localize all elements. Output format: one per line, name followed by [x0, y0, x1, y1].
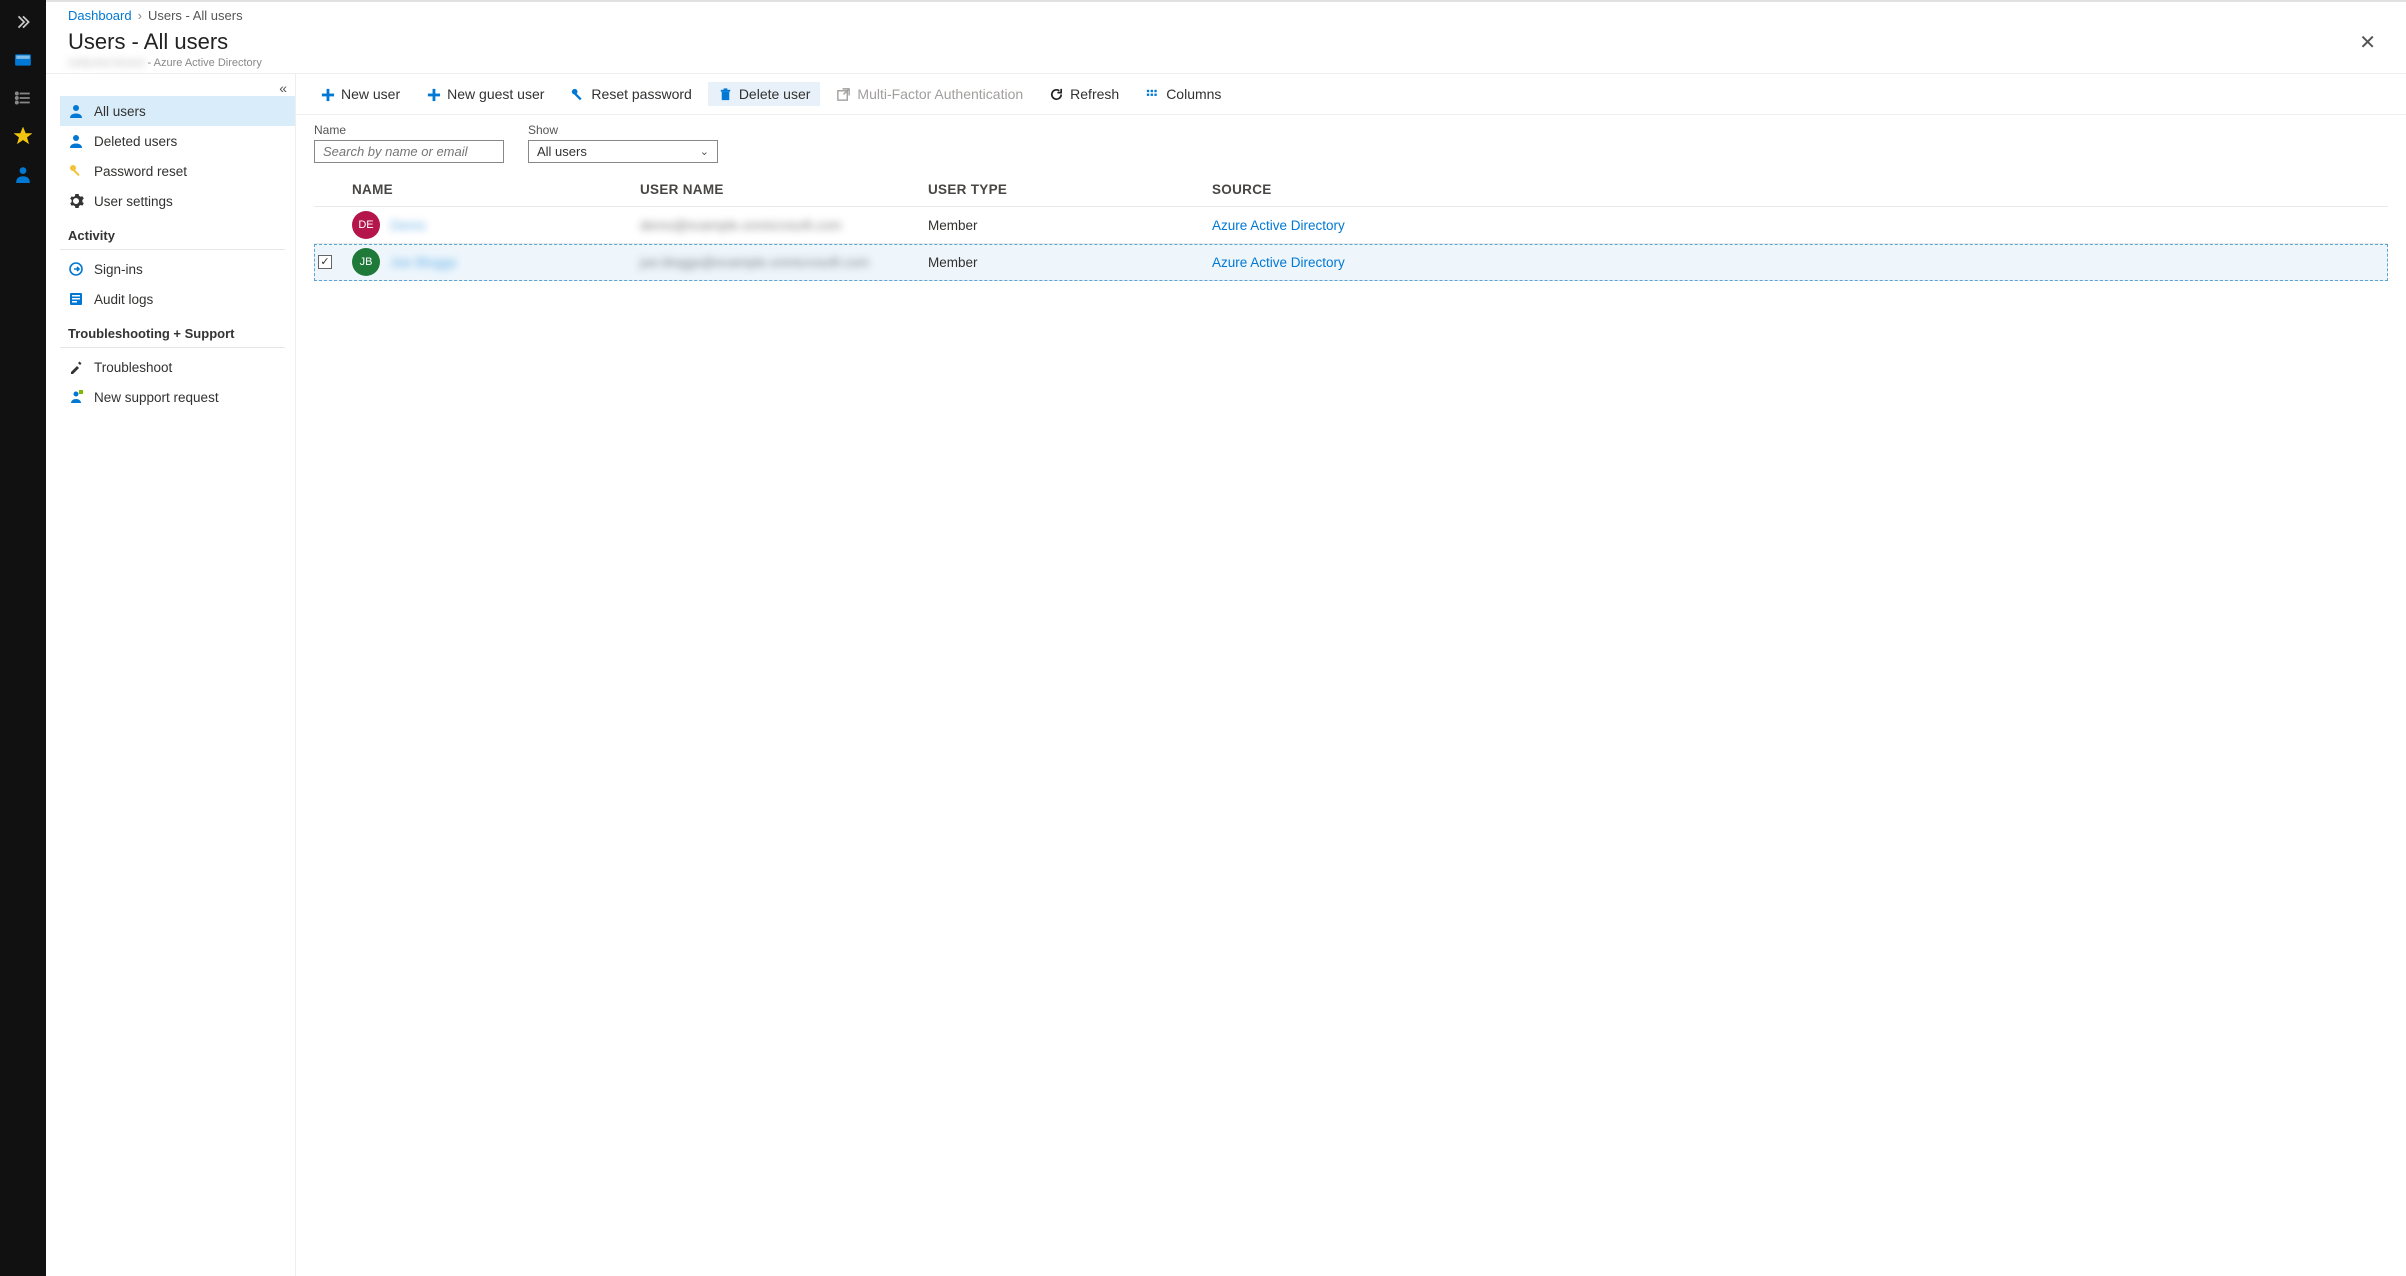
avatar: DE — [352, 211, 380, 239]
new-guest-user-button[interactable]: New guest user — [416, 82, 554, 106]
col-user-type[interactable]: User type — [924, 174, 1208, 205]
filters: Name Show All users ⌄ — [296, 115, 2406, 173]
filter-show-label: Show — [528, 123, 718, 137]
sidebar-item-sign-ins[interactable]: Sign-ins — [60, 254, 295, 284]
table-row[interactable]: ✓ JB Joe Bloggs joe.bloggs@example.onmicros… — [314, 244, 2388, 281]
columns-button[interactable]: Columns — [1135, 82, 1231, 106]
breadcrumb-separator: › — [138, 8, 142, 23]
close-icon[interactable]: ✕ — [2351, 29, 2384, 57]
mfa-button: Multi-Factor Authentication — [826, 82, 1033, 106]
chevron-down-icon: ⌄ — [700, 145, 709, 158]
sidebar-item-label: User settings — [94, 194, 173, 209]
sidebar-item-audit-logs[interactable]: Audit logs — [60, 284, 295, 314]
page-title: Users - All users — [68, 29, 262, 55]
col-source[interactable]: Source — [1208, 174, 2388, 205]
row-checkbox[interactable]: ✓ — [318, 255, 332, 269]
user-principal: joe.bloggs@example.onmicrosoft.com — [640, 255, 869, 270]
rail-dashboard-icon[interactable] — [7, 46, 39, 74]
user-source-link[interactable]: Azure Active Directory — [1212, 218, 1345, 233]
breadcrumb-root[interactable]: Dashboard — [68, 8, 132, 23]
rail-expand-icon[interactable] — [7, 8, 39, 36]
rail-star-icon[interactable] — [7, 122, 39, 150]
sidebar-item-label: New support request — [94, 390, 219, 405]
sidebar-item-label: Sign-ins — [94, 262, 143, 277]
search-input[interactable] — [314, 140, 504, 163]
left-rail — [0, 0, 46, 1276]
refresh-icon — [1049, 87, 1064, 102]
delete-user-button[interactable]: Delete user — [708, 82, 821, 106]
sidebar-item-label: Password reset — [94, 164, 187, 179]
col-name[interactable]: Name — [348, 174, 636, 205]
user-source-link[interactable]: Azure Active Directory — [1212, 255, 1345, 270]
sidebar-item-password-reset[interactable]: Password reset — [60, 156, 295, 186]
rail-user-icon[interactable] — [7, 160, 39, 188]
user-type: Member — [924, 251, 1208, 274]
new-user-button[interactable]: New user — [310, 82, 410, 106]
users-table: Name User name User type Source DE Demo de… — [296, 173, 2406, 281]
columns-icon — [1145, 87, 1160, 102]
toolbar: New user New guest user Reset password D… — [296, 74, 2406, 115]
show-dropdown[interactable]: All users ⌄ — [528, 140, 718, 163]
sidebar-group-troubleshoot: Troubleshooting + Support — [60, 314, 285, 348]
log-icon — [68, 291, 84, 307]
signin-icon — [68, 261, 84, 277]
user-name-link[interactable]: Joe Bloggs — [390, 255, 457, 270]
reset-password-button[interactable]: Reset password — [560, 82, 701, 106]
page-subtitle: redacted tenant - Azure Active Directory — [68, 55, 262, 69]
refresh-button[interactable]: Refresh — [1039, 82, 1129, 106]
user-name-link[interactable]: Demo — [390, 218, 426, 233]
sidebar: « All users Deleted users Password reset… — [60, 74, 296, 1276]
external-icon — [836, 87, 851, 102]
trash-icon — [718, 87, 733, 102]
sidebar-item-label: All users — [94, 104, 146, 119]
user-principal: demo@example.onmicrosoft.com — [640, 218, 841, 233]
sidebar-group-activity: Activity — [60, 216, 285, 250]
sidebar-item-troubleshoot[interactable]: Troubleshoot — [60, 352, 295, 382]
sidebar-collapse-icon[interactable]: « — [279, 80, 287, 96]
sidebar-item-deleted-users[interactable]: Deleted users — [60, 126, 295, 156]
breadcrumb: Dashboard › Users - All users — [46, 2, 2406, 29]
user-icon — [68, 133, 84, 149]
sidebar-item-user-settings[interactable]: User settings — [60, 186, 295, 216]
sidebar-item-all-users[interactable]: All users — [60, 96, 295, 126]
key-icon — [68, 163, 84, 179]
main-pane: New user New guest user Reset password D… — [296, 74, 2406, 1276]
gear-icon — [68, 193, 84, 209]
sidebar-item-new-support[interactable]: New support request — [60, 382, 295, 412]
rail-list-icon[interactable] — [7, 84, 39, 112]
col-user-name[interactable]: User name — [636, 174, 924, 205]
user-type: Member — [924, 214, 1208, 237]
avatar: JB — [352, 248, 380, 276]
sidebar-item-label: Troubleshoot — [94, 360, 172, 375]
table-row[interactable]: DE Demo demo@example.onmicrosoft.com Member… — [314, 207, 2388, 244]
plus-icon — [320, 87, 335, 102]
plus-icon — [426, 87, 441, 102]
filter-name-label: Name — [314, 123, 504, 137]
sidebar-item-label: Audit logs — [94, 292, 153, 307]
breadcrumb-current: Users - All users — [148, 8, 243, 23]
support-icon — [68, 389, 84, 405]
sidebar-item-label: Deleted users — [94, 134, 177, 149]
wrench-icon — [68, 359, 84, 375]
user-icon — [68, 103, 84, 119]
key-icon — [570, 87, 585, 102]
